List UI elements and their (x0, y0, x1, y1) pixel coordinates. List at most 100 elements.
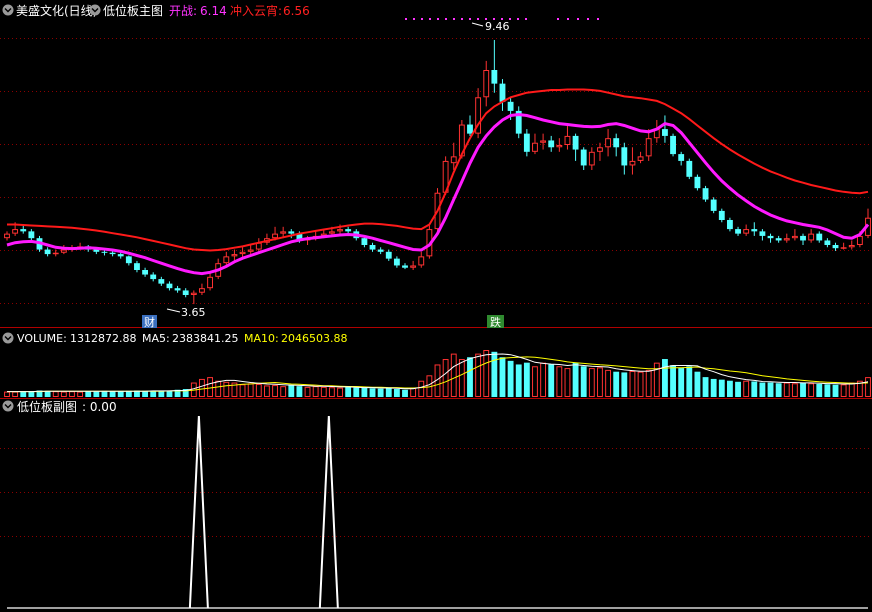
volume-bar-up (743, 380, 750, 398)
candle-body-up (743, 229, 750, 234)
volume-bar-down (361, 387, 368, 397)
signal-marker-dot (567, 18, 569, 20)
candle-body-up (840, 247, 847, 249)
candle-body-down (288, 231, 295, 234)
candle-body-down (377, 249, 384, 252)
volume-bar-up (840, 384, 847, 398)
volume-bar-up (215, 380, 222, 398)
volume-bar-down (686, 366, 693, 397)
volume-bar-down (101, 390, 108, 397)
volume-bar-down (710, 378, 717, 397)
candle-body-up (247, 249, 254, 252)
candle-body-up (190, 292, 197, 295)
volume-bar-down (296, 386, 303, 397)
volume-bar-down (150, 391, 157, 397)
volume-bar-up (12, 391, 19, 398)
candle-body-down (402, 265, 408, 268)
candle-body-down (832, 245, 839, 249)
candle-body-down (767, 235, 774, 239)
low-label: 3.65 (181, 306, 206, 319)
collapse-icon[interactable] (2, 400, 14, 412)
candle-body-down (166, 283, 173, 289)
ma5-label: MA5: (142, 332, 170, 345)
volume-bar-down (832, 384, 839, 397)
cloud-value: 6.56 (283, 4, 310, 18)
candle-body-down (125, 256, 132, 264)
indicator-menu-icon[interactable] (89, 4, 101, 16)
signal-marker-dot (437, 18, 439, 20)
volume-bar-down (548, 364, 555, 397)
candle-body-up (410, 265, 417, 268)
signal-marker-dot (525, 18, 527, 20)
candle-body-down (28, 231, 35, 239)
volume-bar-down (580, 366, 587, 397)
volume-bar-down (759, 382, 766, 397)
volume-bar-up (475, 353, 482, 398)
candle-body-down (20, 229, 27, 232)
volume-bar-up (458, 359, 465, 397)
candle-body-down (621, 147, 628, 166)
candle-body-down (507, 101, 514, 111)
volume-bar-up (629, 370, 636, 398)
candle-body-up (856, 235, 863, 245)
ma10-value: 2046503.88 (281, 332, 347, 345)
candle-body-up (783, 238, 790, 241)
volume-bar-down (694, 371, 701, 397)
collapse-icon[interactable] (2, 4, 14, 16)
volume-bar-down (85, 391, 92, 397)
candle-body-up (637, 156, 644, 161)
candle-body-up (483, 70, 490, 98)
volume-bar-down (670, 365, 676, 397)
candle-body-down (670, 135, 676, 155)
volume-bar-down (125, 390, 132, 397)
volume-header: VOLUME: 1312872.88 MA5: 2383841.25 MA10:… (2, 332, 347, 345)
volume-bar-up (223, 381, 230, 398)
candle-body-down (686, 160, 693, 177)
volume-bar-up (645, 369, 652, 397)
candle-body-down (369, 245, 376, 250)
volume-bar-down (507, 360, 514, 397)
candle-body-up (645, 138, 652, 157)
volume-bar-up (207, 377, 213, 398)
volume-bar-up (52, 391, 59, 398)
volume-bar-up (410, 387, 417, 398)
volume-bar-down (735, 381, 741, 397)
candle-body-up (52, 252, 59, 255)
volume-bar-up (791, 383, 798, 397)
volume-bar-down (726, 380, 733, 397)
volume-bar-up (450, 353, 457, 398)
volume-bar-down (499, 357, 506, 397)
candle-body-up (4, 233, 10, 239)
candle-body-down (580, 149, 587, 166)
volume-bar-down (467, 357, 473, 397)
candle-body-down (150, 274, 157, 280)
candle-body-up (588, 151, 595, 166)
volume-value: 1312872.88 (70, 332, 136, 345)
volume-bar-up (637, 371, 644, 398)
candle-body-down (678, 154, 685, 161)
signal-marker-dot (587, 18, 589, 20)
candle-body-down (117, 254, 124, 257)
ma10-label: MA10: (244, 332, 279, 345)
sub-title: 低位板副图 (17, 399, 77, 414)
signal-marker-dot (413, 18, 415, 20)
signal-marker-dot (453, 18, 455, 20)
candle-body-down (523, 133, 530, 152)
stock-title: 美盛文化(日线) (16, 3, 97, 18)
volume-bar-up (848, 382, 855, 397)
collapse-icon[interactable] (2, 332, 14, 344)
die-badge: 跌 (487, 315, 504, 329)
candle-body-up (540, 140, 547, 143)
candle-body-down (158, 279, 165, 284)
volume-bar-up (239, 384, 246, 398)
candle-body-up (556, 145, 563, 148)
volume-bar-down (523, 362, 530, 397)
candle-body-down (385, 251, 392, 259)
signal-marker-dot (405, 18, 407, 20)
candle-body-down (134, 263, 140, 270)
candle-body-up (231, 254, 238, 257)
candle-body-down (759, 231, 766, 236)
volume-bar-up (272, 385, 278, 398)
volume-bar-up (337, 387, 343, 398)
candle-body-up (337, 229, 343, 232)
